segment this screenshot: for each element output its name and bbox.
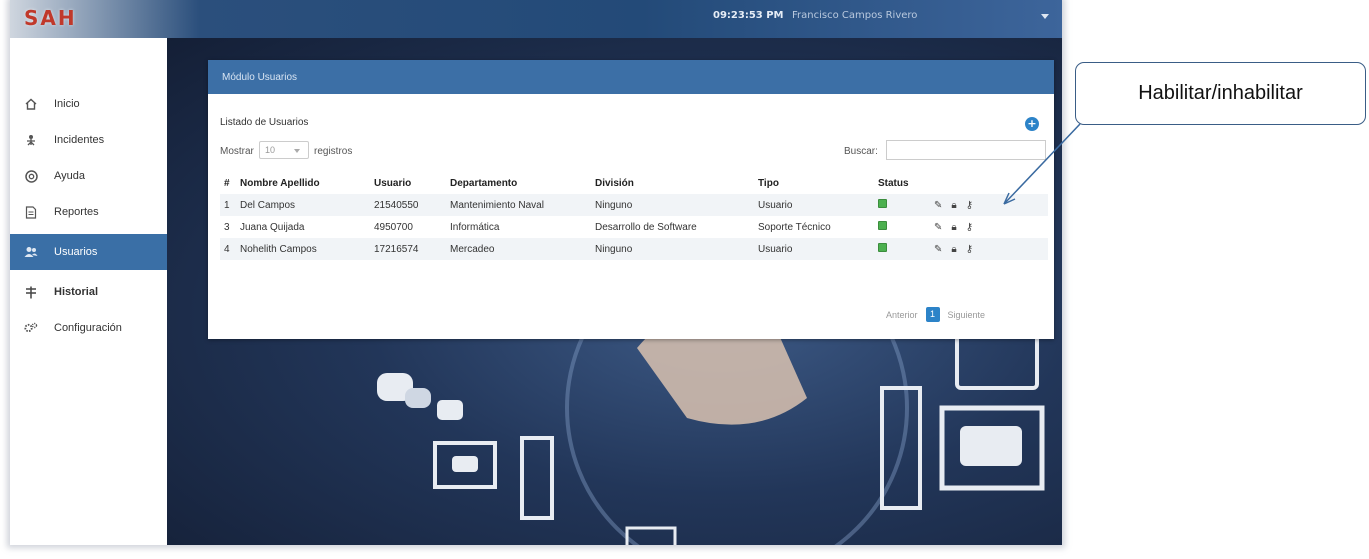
key-icon[interactable]: ⚷ — [966, 200, 973, 211]
sidebar-item-label: Reportes — [54, 206, 99, 218]
sidebar-item-label: Usuarios — [54, 246, 98, 258]
search-input[interactable] — [886, 140, 1046, 160]
sidebar-item-label: Ayuda — [54, 170, 85, 182]
status-active-icon — [878, 243, 887, 252]
panel-title: Módulo Usuarios — [222, 71, 298, 83]
callout-text: Habilitar/inhabilitar — [1138, 82, 1303, 104]
top-bar: SAH 09:23:53 PM Francisco Campos Rivero — [10, 0, 1062, 38]
column-header-type[interactable]: Tipo — [754, 172, 874, 194]
row-type: Soporte Técnico — [758, 221, 831, 233]
sidebar-item-incidentes[interactable]: Incidentes — [10, 122, 167, 158]
sidebar-item-configuracion[interactable]: Configuración — [10, 310, 167, 346]
row-division: Desarrollo de Software — [595, 221, 697, 233]
row-name: Juana Quijada — [240, 221, 305, 233]
reports-icon — [24, 205, 38, 219]
status-active-icon — [878, 199, 887, 208]
row-division: Ninguno — [595, 199, 633, 211]
users-icon — [24, 245, 38, 259]
annotation-callout: Habilitar/inhabilitar — [1075, 62, 1366, 125]
row-actions: ✎ 🔒︎ ⚷ — [930, 194, 1048, 216]
column-header-user[interactable]: Usuario — [370, 172, 446, 194]
lock-icon[interactable]: 🔒︎ — [951, 200, 956, 211]
sidebar-item-label: Configuración — [54, 322, 122, 334]
row-number: 1 — [224, 199, 230, 211]
edit-icon[interactable]: ✎ — [934, 244, 942, 255]
records-label: registros — [314, 146, 353, 157]
sidebar-item-historial[interactable]: Historial — [10, 274, 167, 310]
row-number: 4 — [224, 243, 230, 255]
list-title: Listado de Usuarios — [220, 117, 309, 128]
row-department: Mercadeo — [450, 243, 495, 255]
row-type: Usuario — [758, 199, 793, 211]
row-number: 3 — [224, 221, 230, 233]
page-size-select[interactable]: 10 — [259, 141, 309, 159]
table-row: 1 Del Campos 21540550 Mantenimiento Nava… — [220, 194, 1048, 216]
sidebar-item-label: Incidentes — [54, 134, 105, 146]
sidebar: Inicio Incidentes Ayuda Reportes Usuario… — [10, 38, 168, 545]
history-icon — [24, 285, 38, 299]
row-user: 17216574 — [374, 243, 419, 255]
show-label: Mostrar — [220, 146, 254, 157]
column-header-number[interactable]: # — [220, 172, 236, 194]
column-header-department[interactable]: Departamento — [446, 172, 591, 194]
add-user-button[interactable]: + — [1025, 117, 1039, 131]
row-status — [874, 238, 930, 260]
row-user: 21540550 — [374, 199, 419, 211]
users-table: # Nombre Apellido Usuario Departamento D… — [220, 172, 1048, 260]
table-header-row: # Nombre Apellido Usuario Departamento D… — [220, 172, 1048, 194]
column-header-actions — [930, 172, 1048, 194]
sidebar-item-reportes[interactable]: Reportes — [10, 194, 167, 230]
home-icon — [24, 97, 38, 111]
plus-circle-icon: + — [1027, 117, 1037, 130]
row-name: Nohelith Campos — [240, 243, 317, 255]
row-user: 4950700 — [374, 221, 413, 233]
pagination-previous[interactable]: Anterior — [886, 310, 918, 320]
lock-icon[interactable]: 🔒︎ — [951, 222, 956, 233]
key-icon[interactable]: ⚷ — [966, 222, 973, 233]
sidebar-item-ayuda[interactable]: Ayuda — [10, 158, 167, 194]
incidents-icon — [24, 133, 38, 147]
clock: 09:23:53 PM — [713, 10, 784, 21]
edit-icon[interactable]: ✎ — [934, 222, 942, 233]
row-status — [874, 194, 930, 216]
row-type: Usuario — [758, 243, 793, 255]
lock-icon[interactable]: 🔒︎ — [951, 244, 956, 255]
row-division: Ninguno — [595, 243, 633, 255]
user-menu[interactable]: Francisco Campos Rivero — [792, 10, 917, 21]
row-status — [874, 216, 930, 238]
key-icon[interactable]: ⚷ — [966, 244, 973, 255]
panel-header: Módulo Usuarios — [208, 60, 1054, 94]
sidebar-item-label: Inicio — [54, 98, 80, 110]
row-department: Informática — [450, 221, 500, 233]
users-module-panel: Módulo Usuarios Listado de Usuarios + Mo… — [208, 60, 1054, 339]
settings-icon — [24, 321, 38, 335]
pagination-page-current[interactable]: 1 — [925, 307, 940, 322]
status-active-icon — [878, 221, 887, 230]
chevron-down-icon[interactable] — [1041, 14, 1049, 19]
pagination: Anterior 1 Siguiente — [886, 307, 985, 322]
column-header-status[interactable]: Status — [874, 172, 930, 194]
sidebar-item-usuarios[interactable]: Usuarios — [10, 234, 167, 270]
edit-icon[interactable]: ✎ — [934, 200, 942, 211]
sidebar-item-label: Historial — [54, 286, 99, 298]
table-row: 4 Nohelith Campos 17216574 Mercadeo Ning… — [220, 238, 1048, 260]
pagination-next[interactable]: Siguiente — [948, 310, 986, 320]
help-icon — [24, 169, 38, 183]
row-name: Del Campos — [240, 199, 296, 211]
sidebar-item-inicio[interactable]: Inicio — [10, 86, 167, 122]
table-row: 3 Juana Quijada 4950700 Informática Desa… — [220, 216, 1048, 238]
row-actions: ✎ 🔒︎ ⚷ — [930, 238, 1048, 260]
column-header-division[interactable]: División — [591, 172, 754, 194]
search-label: Buscar: — [844, 146, 878, 157]
app-screenshot: SAH 09:23:53 PM Francisco Campos Rivero … — [10, 0, 1062, 545]
row-actions: ✎ 🔒︎ ⚷ — [930, 216, 1048, 238]
app-logo[interactable]: SAH — [24, 6, 77, 30]
column-header-name[interactable]: Nombre Apellido — [236, 172, 370, 194]
row-department: Mantenimiento Naval — [450, 199, 544, 211]
